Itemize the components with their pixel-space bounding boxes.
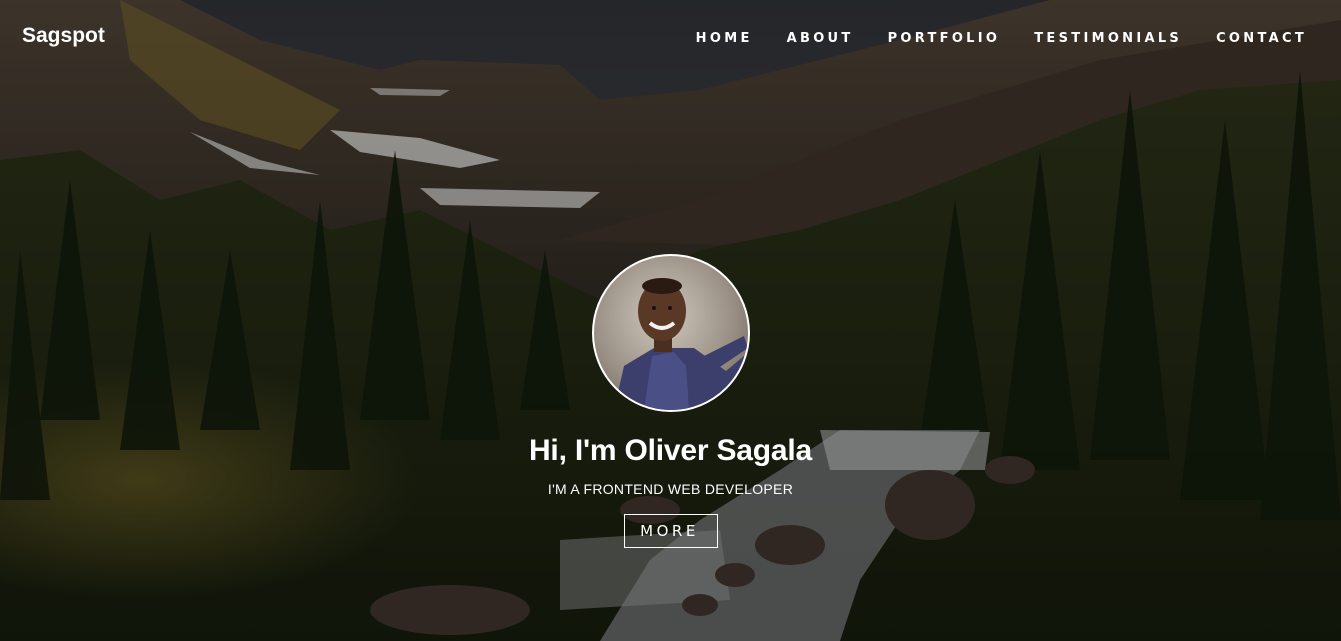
profile-photo-illustration — [613, 278, 748, 410]
profile-avatar — [591, 254, 750, 412]
brand-logo[interactable]: Sagspot — [22, 24, 105, 48]
more-button[interactable]: MORE — [623, 514, 718, 548]
nav-link-about[interactable]: ABOUT — [787, 31, 854, 46]
hero-headline: Hi, I'm Oliver Sagala — [528, 434, 813, 467]
nav-item-home: HOME — [696, 29, 753, 47]
nav-item-contact: CONTACT — [1216, 29, 1307, 47]
top-navbar: Sagspot HOME ABOUT PORTFOLIO TESTIMONIAL… — [0, 0, 1341, 74]
nav-item-testimonials: TESTIMONIALS — [1034, 29, 1182, 47]
hero-subheadline: I'M A FRONTEND WEB DEVELOPER — [547, 481, 794, 497]
nav-item-portfolio: PORTFOLIO — [888, 29, 1001, 47]
nav-item-about: ABOUT — [787, 29, 854, 47]
nav-link-home[interactable]: HOME — [696, 31, 753, 46]
intro-block: Hi, I'm Oliver Sagala I'M A FRONTEND WEB… — [0, 254, 1341, 548]
nav-link-portfolio[interactable]: PORTFOLIO — [888, 31, 1001, 46]
nav-link-testimonials[interactable]: TESTIMONIALS — [1034, 31, 1182, 46]
nav-menu: HOME ABOUT PORTFOLIO TESTIMONIALS CONTAC… — [696, 29, 1307, 47]
nav-link-contact[interactable]: CONTACT — [1216, 31, 1307, 46]
